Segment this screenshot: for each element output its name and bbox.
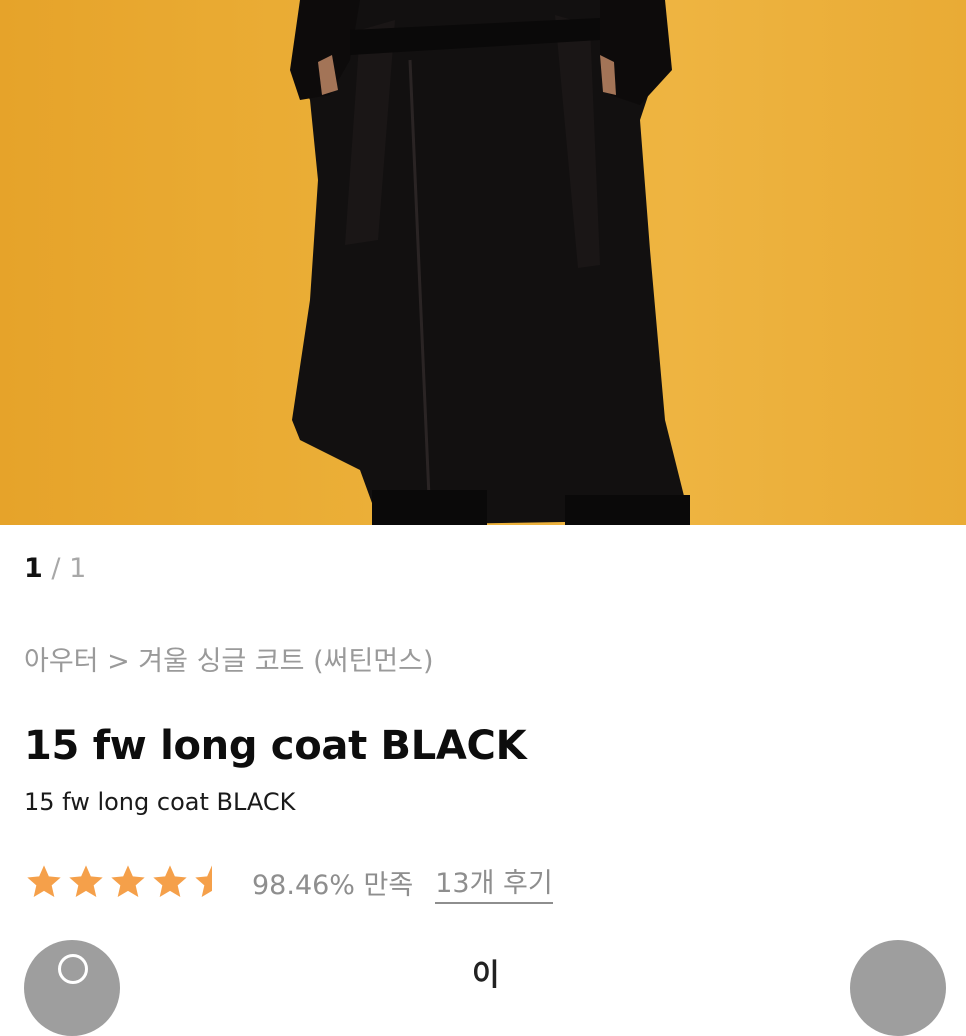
search-button[interactable] (24, 940, 120, 1036)
star-rating (24, 862, 232, 902)
partial-label: 이 (472, 958, 500, 993)
half-star-icon (195, 865, 212, 897)
star-icon (27, 865, 61, 897)
product-title: 15 fw long coat BLACK (24, 723, 527, 769)
total-images: 1 (69, 553, 87, 584)
star-icon (153, 865, 187, 897)
counter-separator: / (51, 553, 61, 584)
coat-photo (290, 0, 690, 525)
rating-row: 98.46% 만족 13개 후기 (24, 860, 553, 904)
product-image[interactable] (0, 0, 966, 525)
menu-button[interactable] (850, 940, 946, 1036)
current-image-index: 1 (24, 553, 43, 584)
star-icon (69, 865, 103, 897)
satisfaction-rate: 98.46% 만족 (252, 869, 414, 901)
breadcrumb[interactable]: 아우터 > 겨울 싱글 코트 (써틴먼스) (24, 642, 434, 682)
star-icon (111, 865, 145, 897)
image-counter: 1 / 1 (24, 552, 86, 586)
search-icon (58, 954, 88, 984)
reviews-link[interactable]: 13개 후기 (435, 861, 553, 904)
product-subtitle: 15 fw long coat BLACK (24, 788, 296, 816)
